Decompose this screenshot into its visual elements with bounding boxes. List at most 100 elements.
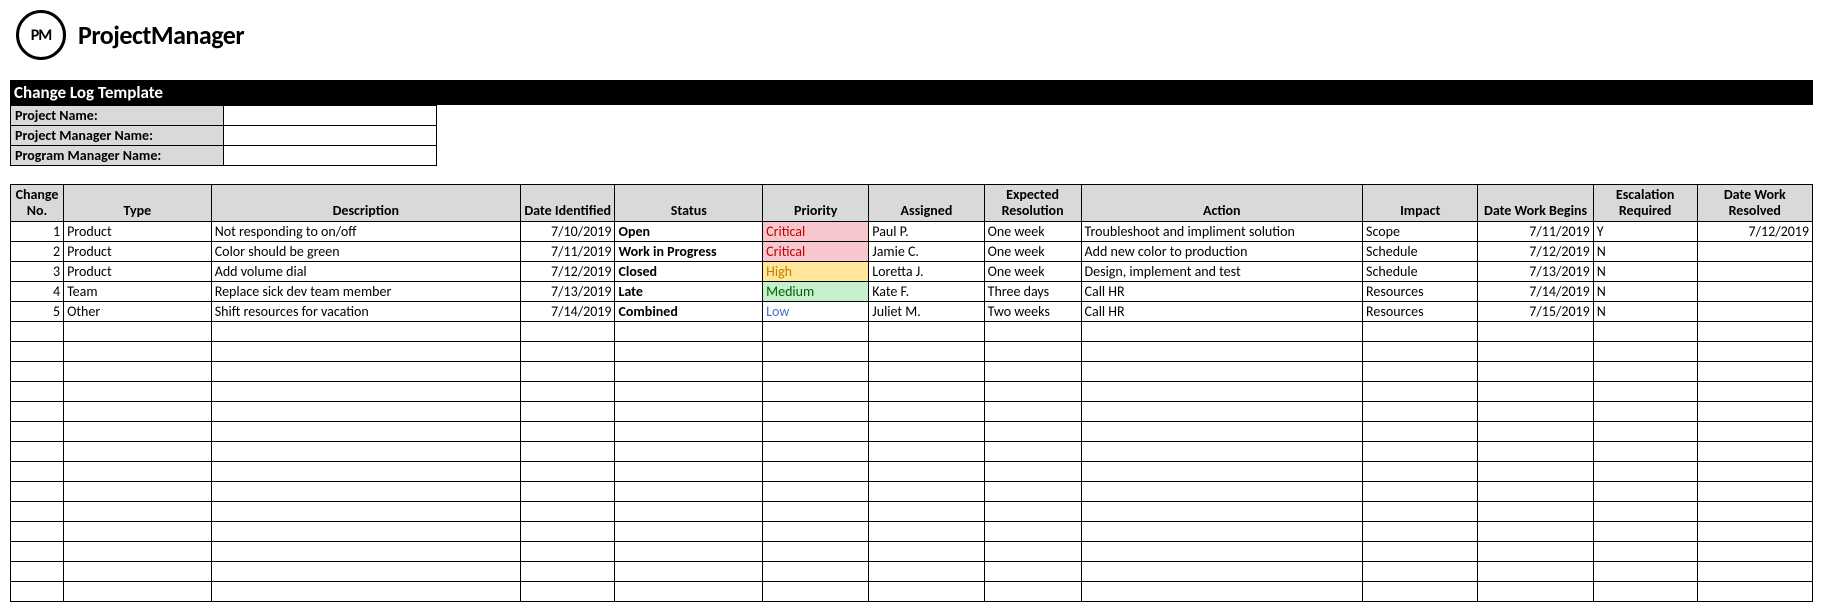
empty-cell[interactable]	[763, 442, 869, 462]
empty-cell[interactable]	[11, 442, 64, 462]
cell-impact[interactable]: Scope	[1363, 222, 1478, 242]
empty-cell[interactable]	[1697, 342, 1812, 362]
empty-cell[interactable]	[1363, 362, 1478, 382]
empty-cell[interactable]	[11, 362, 64, 382]
empty-cell[interactable]	[1697, 542, 1812, 562]
empty-cell[interactable]	[1593, 502, 1697, 522]
empty-cell[interactable]	[1081, 582, 1362, 602]
cell-type[interactable]: Product	[64, 262, 212, 282]
empty-cell[interactable]	[1593, 562, 1697, 582]
empty-cell[interactable]	[1478, 482, 1593, 502]
empty-cell[interactable]	[763, 322, 869, 342]
empty-cell[interactable]	[64, 342, 212, 362]
empty-cell[interactable]	[615, 522, 763, 542]
cell-type[interactable]: Product	[64, 242, 212, 262]
cell-impact[interactable]: Resources	[1363, 302, 1478, 322]
cell-priority[interactable]: Critical	[763, 222, 869, 242]
empty-cell[interactable]	[1478, 342, 1593, 362]
cell-date-identified[interactable]: 7/12/2019	[520, 262, 615, 282]
cell-description[interactable]: Replace sick dev team member	[211, 282, 520, 302]
empty-cell[interactable]	[1081, 502, 1362, 522]
empty-cell[interactable]	[763, 462, 869, 482]
empty-cell[interactable]	[869, 502, 984, 522]
empty-cell[interactable]	[615, 542, 763, 562]
cell-status[interactable]: Work in Progress	[615, 242, 763, 262]
empty-cell[interactable]	[11, 342, 64, 362]
empty-cell[interactable]	[1081, 402, 1362, 422]
empty-cell[interactable]	[520, 462, 615, 482]
empty-cell[interactable]	[520, 382, 615, 402]
empty-cell[interactable]	[615, 442, 763, 462]
empty-cell[interactable]	[1478, 442, 1593, 462]
empty-cell[interactable]	[984, 522, 1081, 542]
cell-escalation[interactable]: N	[1593, 242, 1697, 262]
empty-cell[interactable]	[520, 422, 615, 442]
empty-cell[interactable]	[763, 382, 869, 402]
project-name-value[interactable]	[224, 106, 437, 126]
cell-assigned[interactable]: Jamie C.	[869, 242, 984, 262]
cell-description[interactable]: Shift resources for vacation	[211, 302, 520, 322]
cell-date-resolved[interactable]	[1697, 262, 1812, 282]
empty-cell[interactable]	[869, 522, 984, 542]
cell-date-identified[interactable]: 7/13/2019	[520, 282, 615, 302]
empty-cell[interactable]	[1081, 522, 1362, 542]
empty-cell[interactable]	[1593, 522, 1697, 542]
empty-cell[interactable]	[869, 342, 984, 362]
empty-cell[interactable]	[1363, 582, 1478, 602]
empty-cell[interactable]	[984, 382, 1081, 402]
empty-cell[interactable]	[763, 582, 869, 602]
empty-cell[interactable]	[1593, 342, 1697, 362]
empty-cell[interactable]	[615, 482, 763, 502]
empty-cell[interactable]	[1697, 382, 1812, 402]
empty-cell[interactable]	[520, 562, 615, 582]
empty-cell[interactable]	[211, 322, 520, 342]
empty-cell[interactable]	[1081, 362, 1362, 382]
empty-cell[interactable]	[1363, 422, 1478, 442]
cell-description[interactable]: Add volume dial	[211, 262, 520, 282]
empty-cell[interactable]	[984, 482, 1081, 502]
cell-assigned[interactable]: Kate F.	[869, 282, 984, 302]
empty-cell[interactable]	[1478, 322, 1593, 342]
project-manager-value[interactable]	[224, 126, 437, 146]
cell-type[interactable]: Product	[64, 222, 212, 242]
empty-cell[interactable]	[1363, 322, 1478, 342]
empty-cell[interactable]	[1478, 422, 1593, 442]
cell-status[interactable]: Combined	[615, 302, 763, 322]
empty-cell[interactable]	[763, 342, 869, 362]
cell-escalation[interactable]: N	[1593, 302, 1697, 322]
cell-date-identified[interactable]: 7/10/2019	[520, 222, 615, 242]
empty-cell[interactable]	[1593, 462, 1697, 482]
empty-cell[interactable]	[211, 462, 520, 482]
empty-cell[interactable]	[984, 402, 1081, 422]
empty-cell[interactable]	[984, 342, 1081, 362]
cell-action[interactable]: Troubleshoot and impliment solution	[1081, 222, 1362, 242]
empty-cell[interactable]	[1593, 382, 1697, 402]
empty-cell[interactable]	[211, 382, 520, 402]
empty-cell[interactable]	[1697, 482, 1812, 502]
empty-cell[interactable]	[763, 542, 869, 562]
empty-cell[interactable]	[869, 482, 984, 502]
cell-date-begin[interactable]: 7/12/2019	[1478, 242, 1593, 262]
empty-cell[interactable]	[1593, 482, 1697, 502]
empty-cell[interactable]	[11, 522, 64, 542]
empty-cell[interactable]	[1081, 462, 1362, 482]
empty-cell[interactable]	[520, 322, 615, 342]
cell-expected[interactable]: Two weeks	[984, 302, 1081, 322]
empty-cell[interactable]	[520, 402, 615, 422]
empty-cell[interactable]	[1363, 382, 1478, 402]
empty-cell[interactable]	[615, 582, 763, 602]
cell-type[interactable]: Team	[64, 282, 212, 302]
cell-change-no[interactable]: 3	[11, 262, 64, 282]
cell-change-no[interactable]: 5	[11, 302, 64, 322]
cell-assigned[interactable]: Paul P.	[869, 222, 984, 242]
empty-cell[interactable]	[615, 402, 763, 422]
empty-cell[interactable]	[1363, 542, 1478, 562]
cell-change-no[interactable]: 1	[11, 222, 64, 242]
cell-escalation[interactable]: N	[1593, 282, 1697, 302]
empty-cell[interactable]	[211, 582, 520, 602]
empty-cell[interactable]	[615, 422, 763, 442]
empty-cell[interactable]	[211, 502, 520, 522]
empty-cell[interactable]	[64, 582, 212, 602]
cell-description[interactable]: Not responding to on/off	[211, 222, 520, 242]
empty-cell[interactable]	[615, 382, 763, 402]
